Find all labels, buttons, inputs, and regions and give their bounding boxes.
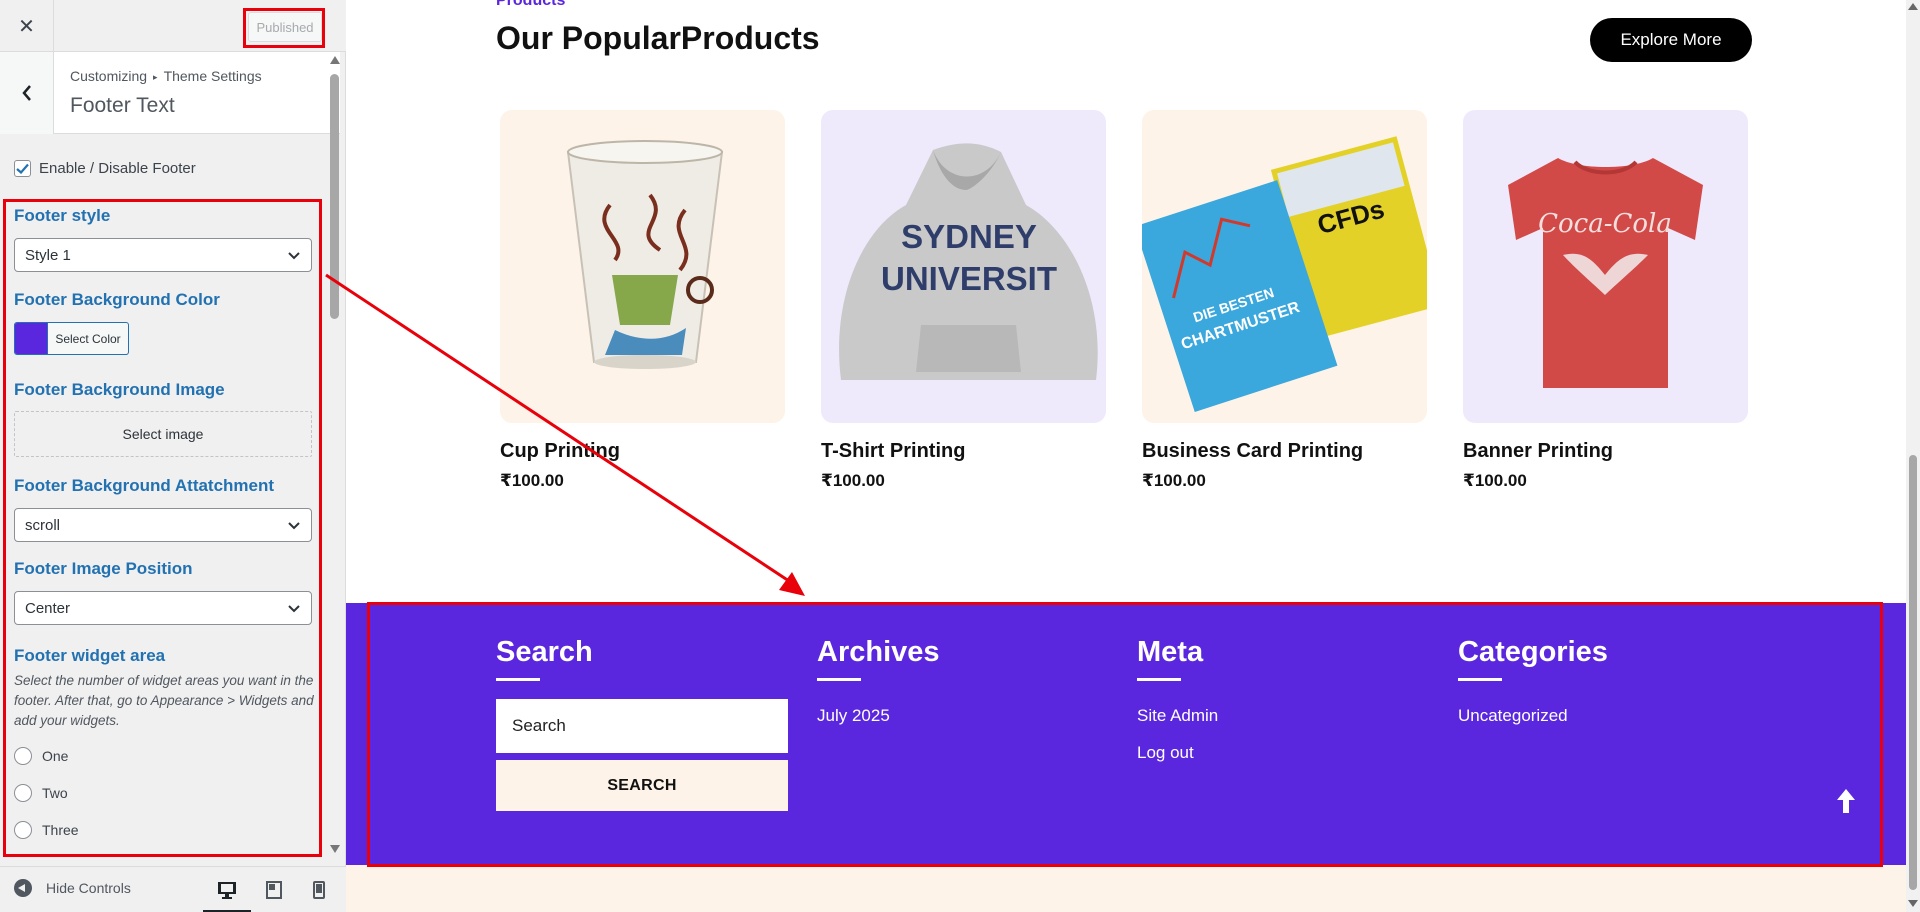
- checkmark-icon: [16, 163, 29, 174]
- section-eyebrow: Products: [496, 0, 566, 9]
- back-button[interactable]: [0, 52, 54, 134]
- chevron-left-icon: [21, 85, 31, 101]
- product-image-books[interactable]: CFDs DIE BESTEN CHARTMUSTER: [1142, 110, 1427, 423]
- section-header: Customizing ▸ Theme Settings Footer Text: [0, 52, 340, 134]
- annotation-highlight-footer: [367, 602, 1883, 867]
- hide-controls-label: Hide Controls: [46, 880, 131, 896]
- footer-bottom-strip: [346, 865, 1906, 912]
- site-preview: Products Our PopularProducts Explore Mor…: [346, 0, 1906, 912]
- product-price: ₹100.00: [1463, 471, 1527, 490]
- device-mobile-button[interactable]: [304, 877, 334, 903]
- cup-image: [500, 110, 785, 423]
- product-image-hoodie[interactable]: SYDNEY UNIVERSIT: [821, 110, 1106, 423]
- hide-controls-button[interactable]: Hide Controls: [14, 879, 131, 897]
- product-name[interactable]: Business Card Printing: [1142, 440, 1363, 463]
- sidebar-footer: Hide Controls: [0, 866, 346, 912]
- desktop-icon: [218, 882, 236, 899]
- close-customizer-button[interactable]: ✕: [0, 0, 54, 52]
- breadcrumb-root: Customizing: [70, 68, 148, 84]
- scroll-down-icon[interactable]: [1908, 900, 1918, 907]
- products-section-title: Our PopularProducts: [496, 20, 820, 56]
- tablet-icon: [266, 881, 282, 899]
- customizer-window: ✕ Published Customizing ▸ Theme Settings F…: [0, 0, 1920, 912]
- product-price: ₹100.00: [1142, 471, 1206, 490]
- enable-footer-control[interactable]: Enable / Disable Footer: [14, 160, 196, 177]
- scroll-up-icon[interactable]: [330, 56, 340, 64]
- enable-footer-checkbox[interactable]: [14, 160, 31, 177]
- annotation-highlight-controls: [3, 199, 322, 857]
- sidebar-scrollbar[interactable]: [329, 56, 341, 856]
- tshirt-image: Coca-Cola: [1463, 110, 1748, 423]
- scroll-up-icon[interactable]: [1908, 3, 1918, 10]
- preview-scrollbar[interactable]: [1906, 0, 1920, 912]
- enable-footer-label: Enable / Disable Footer: [39, 160, 196, 177]
- svg-text:UNIVERSIT: UNIVERSIT: [881, 260, 1057, 297]
- product-image-tshirt[interactable]: Coca-Cola: [1463, 110, 1748, 423]
- product-name[interactable]: Banner Printing: [1463, 440, 1613, 463]
- sidebar-header: ✕ Published: [0, 0, 346, 52]
- product-name[interactable]: Cup Printing: [500, 440, 620, 463]
- product-price: ₹100.00: [821, 471, 885, 490]
- close-icon: ✕: [18, 15, 35, 38]
- device-desktop-button[interactable]: [212, 877, 242, 903]
- breadcrumb-parent: Theme Settings: [163, 68, 262, 84]
- explore-more-button[interactable]: Explore More: [1590, 18, 1752, 62]
- scroll-down-icon[interactable]: [330, 845, 340, 853]
- product-image-cup[interactable]: [500, 110, 785, 423]
- annotation-highlight-publish: [243, 8, 325, 48]
- svg-text:SYDNEY: SYDNEY: [901, 218, 1037, 255]
- collapse-icon: [14, 879, 32, 897]
- section-title: Footer Text: [70, 94, 175, 117]
- svg-text:Coca-Cola: Coca-Cola: [1538, 209, 1672, 239]
- hoodie-image: SYDNEY UNIVERSIT: [821, 110, 1106, 423]
- mobile-icon: [313, 881, 325, 899]
- breadcrumb: Customizing ▸ Theme Settings: [70, 68, 262, 84]
- product-price: ₹100.00: [500, 471, 564, 490]
- product-name[interactable]: T-Shirt Printing: [821, 440, 965, 463]
- scrollbar-thumb[interactable]: [1909, 455, 1917, 890]
- customizer-sidebar: ✕ Published Customizing ▸ Theme Settings F…: [0, 0, 346, 912]
- scrollbar-thumb[interactable]: [330, 74, 339, 319]
- books-image: CFDs DIE BESTEN CHARTMUSTER: [1142, 110, 1427, 423]
- breadcrumb-separator: ▸: [153, 72, 158, 82]
- device-tablet-button[interactable]: [259, 877, 289, 903]
